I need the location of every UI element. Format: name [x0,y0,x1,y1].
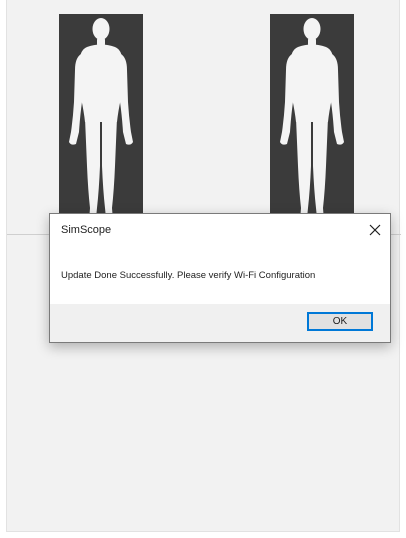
dialog-footer: OK [50,304,390,342]
dialog-titlebar[interactable]: SimScope [50,214,390,246]
close-icon [369,224,381,236]
dialog-title: SimScope [61,224,112,236]
close-button[interactable] [362,218,388,242]
message-dialog: SimScope Update Done Successfully. Pleas… [49,213,391,343]
body-panel-back[interactable] [270,14,354,229]
human-body-front-icon [69,18,133,222]
dialog-message: Update Done Successfully. Please verify … [61,270,316,281]
body-panel-front[interactable] [59,14,143,229]
human-body-back-icon [280,18,344,222]
ok-button[interactable]: OK [307,312,373,331]
